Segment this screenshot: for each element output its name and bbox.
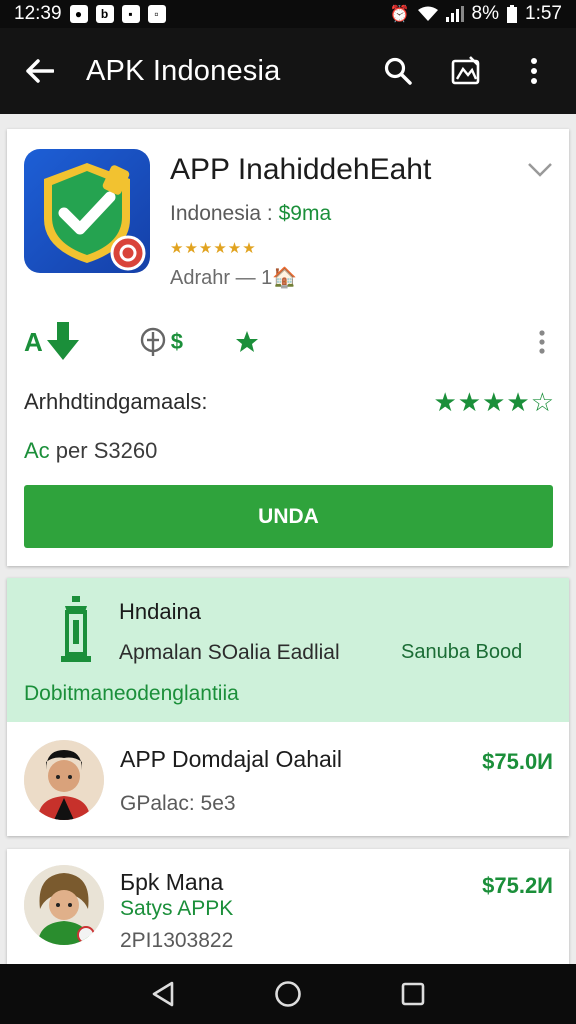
more-vert-icon bbox=[539, 330, 545, 354]
nav-back-button[interactable] bbox=[139, 970, 187, 1018]
more-options-button[interactable] bbox=[510, 47, 558, 95]
notification-b-icon: b bbox=[95, 5, 114, 23]
list-card: Бpk Mana Satys APPK 2PI1303822 $75.2И bbox=[7, 849, 569, 964]
gallery-button[interactable] bbox=[442, 47, 490, 95]
collapse-button[interactable] bbox=[525, 155, 555, 185]
chevron-down-icon bbox=[528, 163, 552, 177]
system-nav-bar bbox=[0, 964, 576, 1024]
list-item-name: APP Domdajal Oahail bbox=[120, 746, 343, 772]
wifi-icon bbox=[417, 6, 438, 22]
price-line: Ac per S3260 bbox=[24, 438, 157, 464]
app-meta: Adrahr — 1🏠 bbox=[170, 267, 298, 289]
page-title: APK Indonesia bbox=[86, 54, 281, 87]
promo-banner: Hndaina Apmalan SOalia Eadlial Sanuba Bo… bbox=[7, 578, 569, 722]
install-button[interactable]: UNDA bbox=[24, 485, 553, 548]
download-action[interactable]: A bbox=[24, 322, 81, 362]
price-line-prefix: Ac bbox=[24, 438, 50, 463]
location-pin-icon bbox=[140, 327, 165, 356]
triangle-back-icon bbox=[152, 981, 173, 1007]
list-item-price: $75.2И bbox=[482, 873, 553, 898]
promo-card: Hndaina Apmalan SOalia Eadlial Sanuba Bo… bbox=[7, 578, 569, 836]
download-action-label: A bbox=[24, 326, 43, 357]
battery-icon bbox=[507, 5, 518, 23]
promo-link[interactable]: Dobitmaneodenglantiia bbox=[24, 682, 239, 706]
list-item[interactable]: Бpk Mana Satys APPK 2PI1303822 $75.2И bbox=[7, 849, 569, 963]
promo-title: Hndaina bbox=[119, 599, 201, 624]
referral-action[interactable]: $ bbox=[139, 327, 183, 357]
status-right: ⏰ 8% 1:57 bbox=[390, 3, 562, 25]
rating-label: Arhhdtindgamaals: bbox=[24, 389, 208, 414]
download-arrow-icon bbox=[46, 322, 79, 360]
back-button[interactable] bbox=[18, 49, 62, 93]
person-avatar-icon bbox=[24, 740, 104, 820]
app-name: APP InahiddehEaht bbox=[170, 153, 432, 186]
notification-image-icon: ▫ bbox=[147, 5, 166, 23]
shield-check-icon bbox=[44, 163, 146, 271]
search-icon bbox=[384, 57, 412, 85]
action-row: A $ bbox=[24, 317, 554, 367]
back-arrow-icon bbox=[26, 59, 54, 83]
list-item-name: Бpk Mana bbox=[120, 869, 224, 895]
app-detail-card: APP InahiddehEaht Indonesia : $9ma ★★★★★… bbox=[7, 129, 569, 566]
app-bar: APK Indonesia bbox=[0, 28, 576, 114]
favorite-action[interactable] bbox=[235, 330, 259, 354]
nav-home-button[interactable] bbox=[264, 970, 312, 1018]
status-time-right: 1:57 bbox=[525, 3, 562, 24]
app-subtitle: Indonesia : $9ma bbox=[170, 202, 331, 226]
status-bar: 12:39 ● b ▪ ▫ ⏰ 8% 1:57 bbox=[0, 0, 576, 28]
search-button[interactable] bbox=[374, 47, 422, 95]
promo-right-text: Sanuba Bood bbox=[401, 641, 523, 663]
list-item-price: $75.0И bbox=[482, 749, 553, 774]
signal-icon bbox=[445, 6, 464, 22]
notification-m-icon: ▪ bbox=[121, 5, 140, 23]
app-subtitle-price: $9ma bbox=[278, 202, 332, 225]
alarm-icon: ⏰ bbox=[389, 6, 410, 23]
person-avatar-icon bbox=[24, 865, 104, 945]
star-icon bbox=[236, 331, 259, 352]
avatar bbox=[24, 740, 104, 820]
list-item-subtitle: GPalac: 5e3 bbox=[120, 792, 236, 815]
app-star-rating: ★★★★★★ bbox=[170, 240, 257, 257]
circle-home-icon bbox=[275, 981, 301, 1007]
referral-action-label: $ bbox=[170, 329, 184, 354]
app-icon bbox=[24, 149, 150, 273]
notification-app-icon: ● bbox=[69, 5, 88, 23]
lantern-icon bbox=[61, 596, 91, 662]
card-more-button[interactable] bbox=[530, 322, 554, 362]
status-time-left: 12:39 bbox=[14, 3, 62, 24]
list-item[interactable]: APP Domdajal Oahail GPalac: 5e3 $75.0И bbox=[7, 722, 569, 836]
app-subtitle-prefix: Indonesia : bbox=[170, 202, 279, 225]
list-item-subtitle: 2PI1303822 bbox=[120, 929, 234, 952]
promo-text: Apmalan SOalia Eadlial bbox=[119, 641, 340, 664]
gallery-icon bbox=[451, 56, 480, 85]
avatar bbox=[24, 865, 104, 945]
status-left: 12:39 ● b ▪ ▫ bbox=[14, 3, 166, 25]
rating-stars: ★★★★☆ bbox=[433, 387, 555, 417]
more-vert-icon bbox=[531, 58, 537, 84]
square-recents-icon bbox=[402, 982, 425, 1006]
nav-recents-button[interactable] bbox=[389, 970, 437, 1018]
list-item-tag: Satys APPK bbox=[120, 897, 234, 920]
price-line-rest: per S3260 bbox=[49, 438, 158, 463]
battery-percent: 8% bbox=[471, 3, 500, 24]
